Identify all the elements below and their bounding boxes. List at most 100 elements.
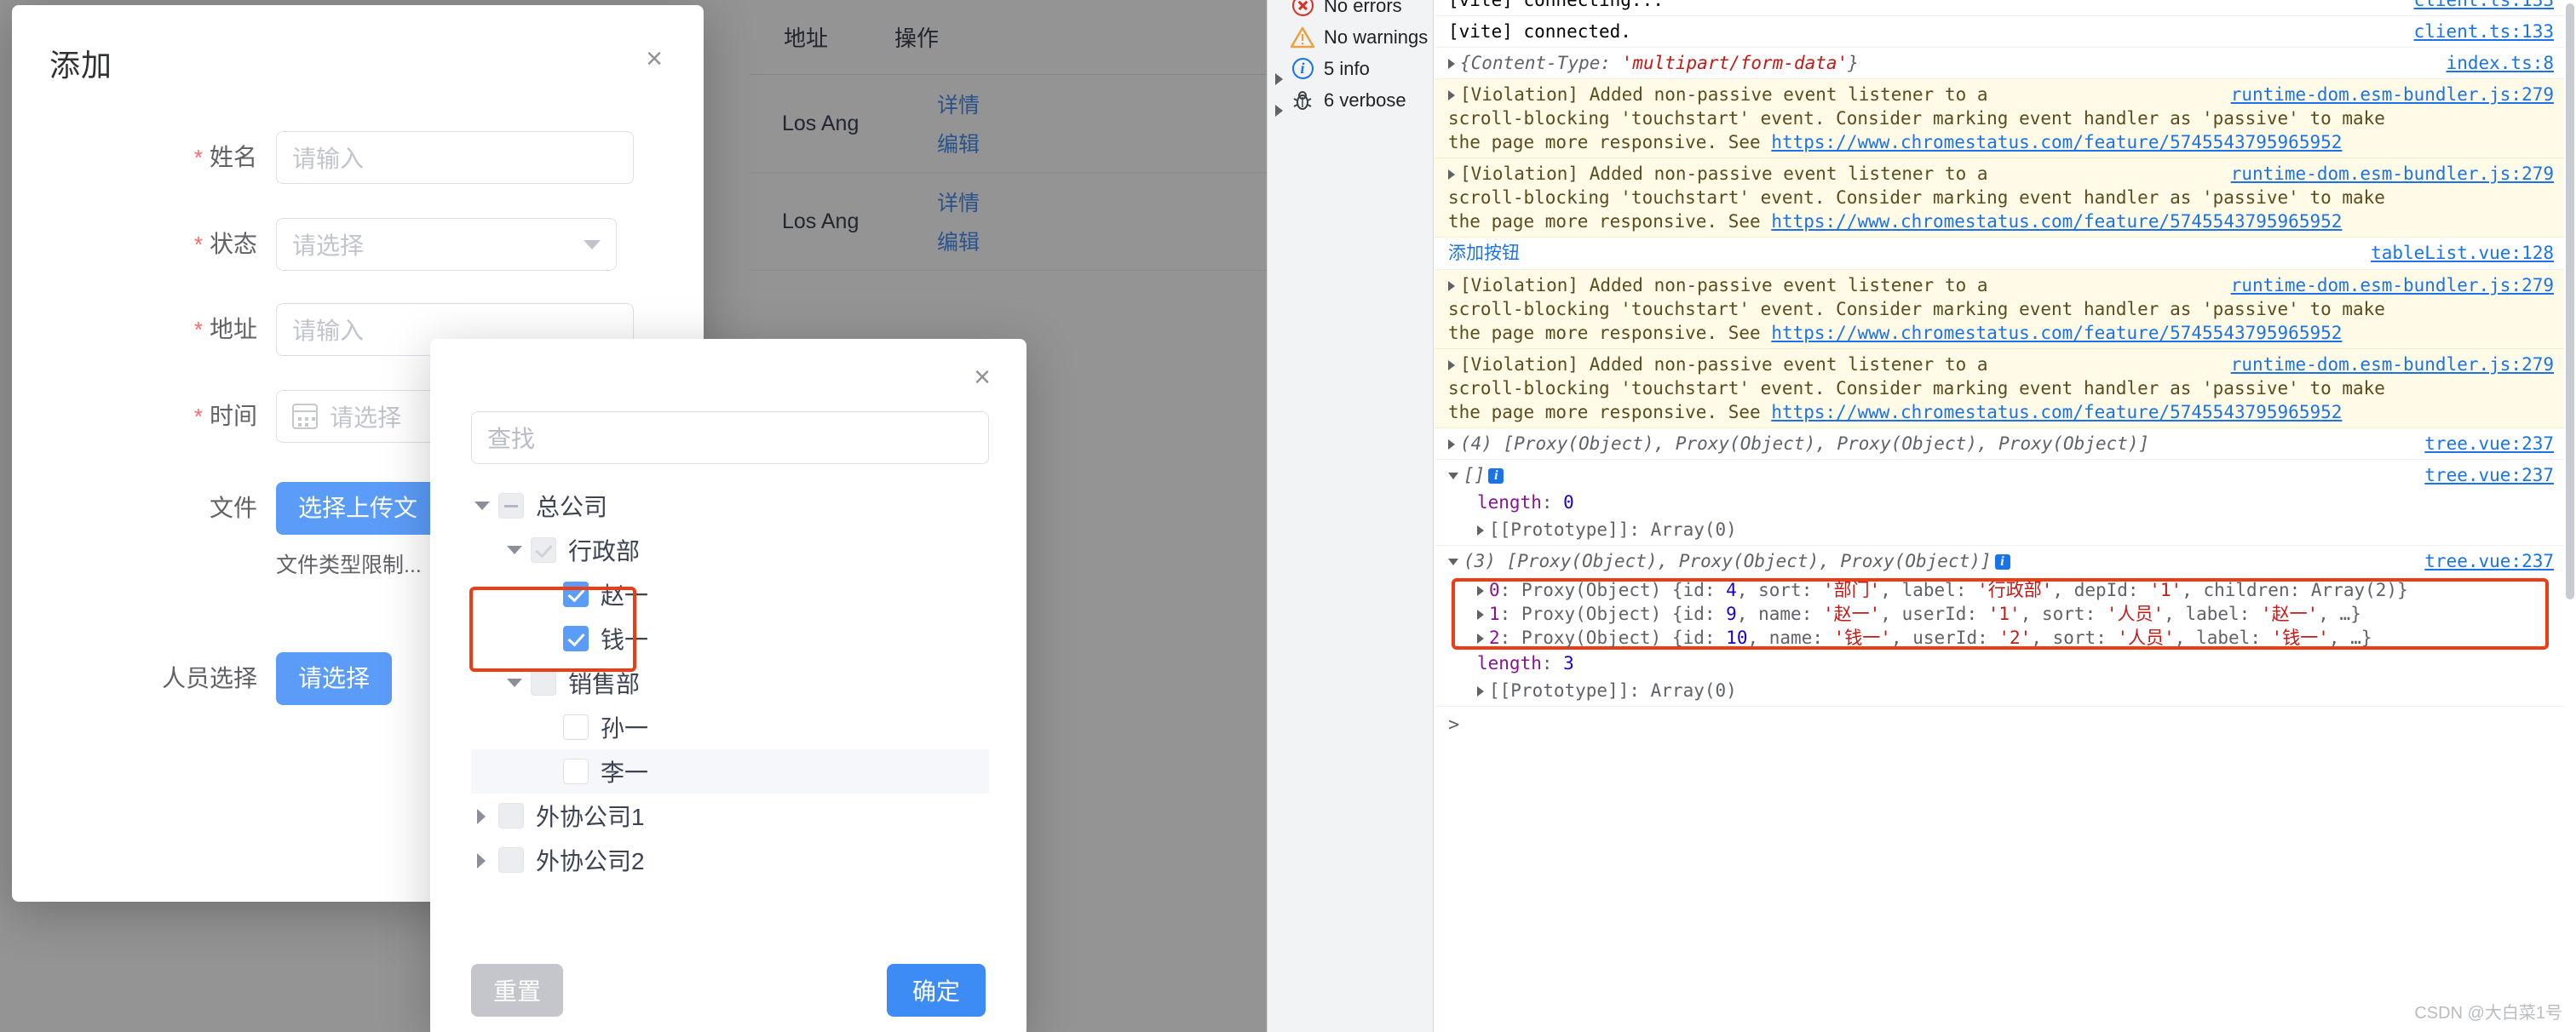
expand-arrow-icon[interactable]	[1477, 634, 1484, 644]
sidebar-item-verbose[interactable]: 6 verbose	[1268, 84, 1433, 117]
caret-placeholder-icon	[536, 628, 558, 650]
proxy-index: 0	[1489, 580, 1500, 600]
log-text: [Violation] Added non-passive event list…	[1460, 354, 1988, 375]
log-source-link[interactable]: client.ts:133	[2414, 20, 2554, 43]
expand-arrow-icon[interactable]	[1477, 610, 1484, 620]
log-entry-violation[interactable]: [Violation] Added non-passive event list…	[1435, 79, 2564, 158]
tree-node-label: 李一	[601, 760, 649, 786]
proxy-row[interactable]: 0: Proxy(Object) {id: 4, sort: '部门', lab…	[1448, 578, 2556, 602]
expand-arrow-icon[interactable]	[1448, 360, 1455, 370]
collapse-arrow-icon[interactable]	[1448, 473, 1458, 479]
expand-arrow-icon[interactable]	[1448, 439, 1455, 450]
tree-dialog-footer: 重置 确定	[430, 964, 1026, 1017]
expand-arrow-icon[interactable]	[1448, 90, 1455, 100]
sidebar-item-info[interactable]: i 5 info	[1268, 53, 1433, 85]
tree-node[interactable]: 外协公司1	[471, 794, 989, 838]
log-source-link[interactable]: runtime-dom.esm-bundler.js:279	[2231, 83, 2554, 106]
log-entry-vite-connected[interactable]: [vite] connected. client.ts:133	[1435, 16, 2564, 48]
log-entry-proxy-array-3[interactable]: (3) [Proxy(Object), Proxy(Object), Proxy…	[1435, 546, 2564, 707]
tree-node[interactable]: 钱一	[471, 616, 989, 661]
log-entry-content-type[interactable]: {Content-Type: 'multipart/form-data'} in…	[1435, 48, 2564, 79]
checkbox-icon[interactable]	[498, 493, 524, 519]
log-object-key: Content-Type	[1470, 53, 1601, 73]
log-entry-empty-array[interactable]: [] i tree.vue:237 length: 0 [[Prototype]]…	[1435, 460, 2564, 546]
expand-arrow-icon[interactable]	[1477, 686, 1484, 697]
checkbox-icon[interactable]	[531, 537, 556, 563]
sidebar-item-warnings[interactable]: No warnings	[1268, 21, 1433, 53]
checkbox-icon[interactable]	[563, 582, 589, 607]
tree-node[interactable]: 赵一	[471, 572, 989, 616]
form-row-status: * 状态 请选择	[12, 218, 704, 271]
log-source-link[interactable]: runtime-dom.esm-bundler.js:279	[2231, 162, 2554, 186]
collapse-arrow-icon[interactable]	[1448, 559, 1458, 565]
sidebar-item-errors[interactable]: No errors	[1268, 0, 1433, 21]
log-entry-vite-connecting[interactable]: [vite] connecting... client.ts:133	[1435, 0, 2564, 16]
log-source-link[interactable]: tableList.vue:128	[2371, 241, 2554, 265]
checkbox-icon[interactable]	[531, 670, 556, 696]
log-entry-add-button[interactable]: 添加按钮 tableList.vue:128	[1435, 238, 2564, 270]
violation-doc-link[interactable]: https://www.chromestatus.com/feature/574…	[1771, 402, 2342, 422]
caret-down-icon[interactable]	[471, 495, 493, 517]
violation-doc-link[interactable]: https://www.chromestatus.com/feature/574…	[1771, 211, 2342, 232]
expand-arrow-icon[interactable]	[1448, 281, 1455, 291]
checkbox-icon[interactable]	[563, 759, 589, 784]
caret-right-icon[interactable]	[471, 849, 493, 871]
log-entry-proxy-array-4[interactable]: (4) [Proxy(Object), Proxy(Object), Proxy…	[1435, 428, 2564, 460]
caret-down-icon[interactable]	[503, 539, 526, 561]
checkbox-icon[interactable]	[498, 847, 524, 873]
checkbox-icon[interactable]	[563, 714, 589, 740]
log-source-link[interactable]: tree.vue:237	[2424, 463, 2554, 487]
tree-node[interactable]: 行政部	[471, 528, 989, 572]
caret-right-icon[interactable]	[471, 805, 493, 827]
caret-down-icon[interactable]	[503, 672, 526, 694]
select-person-button[interactable]: 请选择	[276, 652, 393, 705]
reset-button[interactable]: 重置	[471, 964, 564, 1017]
tree-node-label: 钱一	[601, 627, 649, 653]
log-entry-violation[interactable]: [Violation] Added non-passive event list…	[1435, 270, 2564, 349]
expand-arrow-icon[interactable]	[1477, 586, 1484, 596]
log-text: scroll-blocking 'touchstart' event. Cons…	[1448, 378, 2385, 398]
console-prompt[interactable]: >	[1435, 707, 2564, 744]
checkbox-icon[interactable]	[498, 803, 524, 828]
tree-node-label: 行政部	[568, 538, 641, 565]
log-entry-violation[interactable]: [Violation] Added non-passive event list…	[1435, 158, 2564, 238]
tree-node[interactable]: 总公司	[471, 484, 989, 528]
proxy-row[interactable]: 2: Proxy(Object) {id: 10, name: '钱一', us…	[1448, 626, 2556, 650]
checkbox-icon[interactable]	[563, 626, 589, 651]
proxy-id: 4	[1726, 580, 1737, 600]
tree-node-label: 外协公司1	[536, 804, 645, 830]
tree-node[interactable]: 销售部	[471, 661, 989, 705]
tree-node[interactable]: 李一	[471, 749, 989, 794]
close-icon[interactable]: ×	[967, 363, 998, 393]
proxy-row[interactable]: 1: Proxy(Object) {id: 9, name: '赵一', use…	[1448, 602, 2556, 626]
expand-arrow-icon[interactable]	[1477, 525, 1484, 536]
console-log-list[interactable]: [vite] connecting... client.ts:133 [vite…	[1435, 0, 2564, 1032]
violation-doc-link[interactable]: https://www.chromestatus.com/feature/574…	[1771, 132, 2342, 152]
upload-file-button[interactable]: 选择上传文	[276, 482, 440, 535]
close-icon[interactable]: ×	[639, 44, 670, 75]
tree-node[interactable]: 孙一	[471, 705, 989, 749]
expand-arrow-icon[interactable]	[1448, 169, 1455, 180]
person-tree-dialog: × 查找 总公司行政部赵一钱一销售部 孙一李一外协公司1 外协公司2 重置 确定	[430, 339, 1026, 1032]
log-source-link[interactable]: tree.vue:237	[2424, 432, 2554, 456]
name-input[interactable]: 请输入	[276, 131, 634, 184]
scrollbar-thumb[interactable]	[2566, 3, 2574, 599]
devtools-console-panel: No errors No warnings i 5 info 6 verbose…	[1267, 0, 2576, 1032]
tree-node[interactable]: 外协公司2	[471, 838, 989, 882]
log-source-link[interactable]: index.ts:8	[2447, 51, 2554, 75]
log-source-link[interactable]: client.ts:133	[2414, 0, 2554, 12]
field-control-status: 请选择	[276, 218, 704, 271]
log-source-link[interactable]: runtime-dom.esm-bundler.js:279	[2231, 273, 2554, 297]
console-scrollbar[interactable]	[2564, 0, 2576, 1032]
log-entry-violation[interactable]: [Violation] Added non-passive event list…	[1435, 349, 2564, 428]
log-source-link[interactable]: runtime-dom.esm-bundler.js:279	[2231, 353, 2554, 376]
confirm-button[interactable]: 确定	[886, 964, 986, 1017]
prompt-caret: >	[1448, 714, 1460, 736]
log-source-link[interactable]: tree.vue:237	[2424, 549, 2554, 573]
violation-doc-link[interactable]: https://www.chromestatus.com/feature/574…	[1771, 323, 2342, 343]
status-select[interactable]: 请选择	[276, 218, 617, 271]
log-text: the page more responsive. See	[1448, 211, 1761, 232]
tree-search-input[interactable]: 查找	[471, 411, 989, 464]
sidebar-label-info: 5 info	[1324, 57, 1370, 79]
expand-arrow-icon[interactable]	[1448, 59, 1455, 69]
